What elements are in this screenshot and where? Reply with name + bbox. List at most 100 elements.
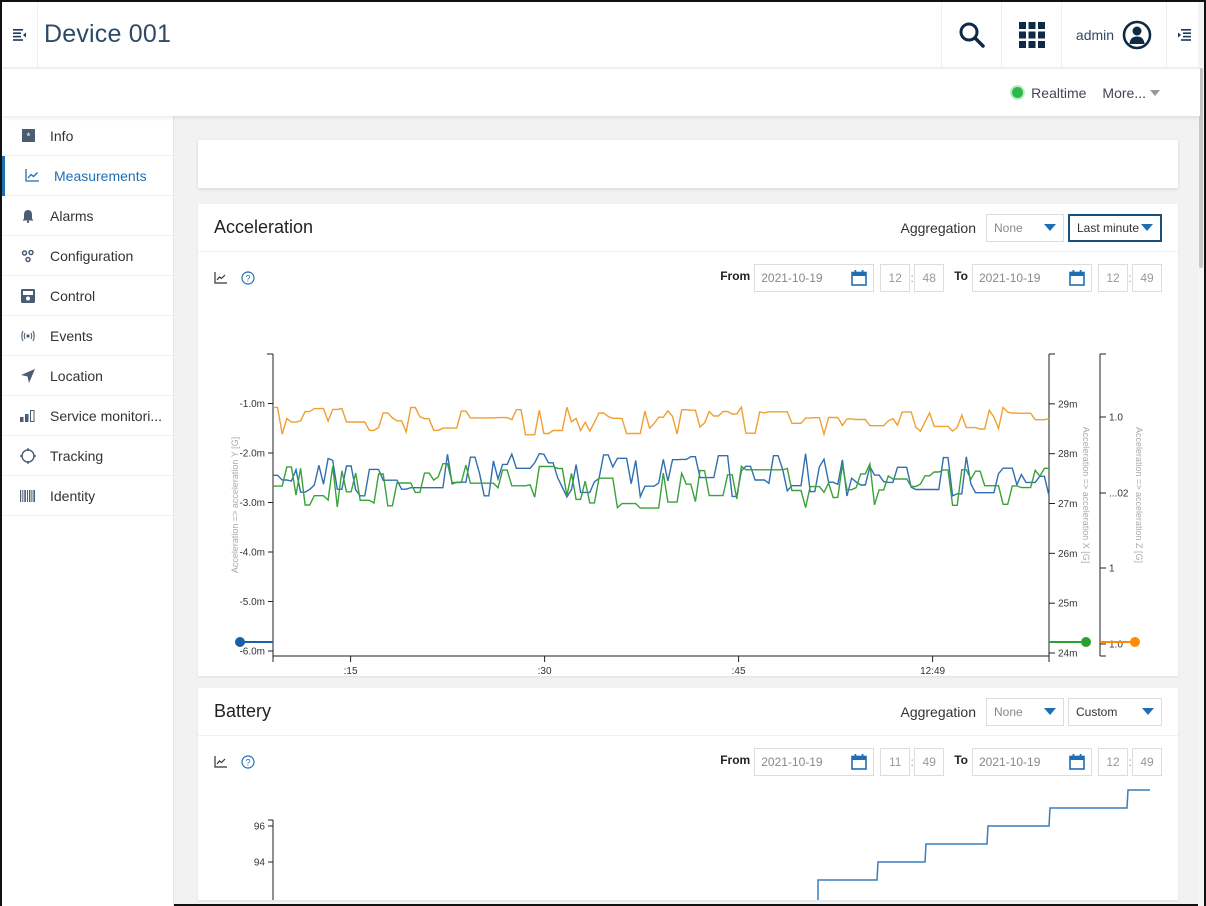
y-tick-label-left: -3.0m [239,498,265,509]
from-date-input[interactable]: 2021-10-19 [754,264,875,292]
sidebar-item-location[interactable]: Location [2,356,173,396]
time-range-select[interactable]: Custom [1068,697,1162,726]
calendar-icon[interactable] [1069,270,1085,286]
battery-card: Battery Aggregation None Custom ? From 2… [198,688,1178,906]
app-switcher-button[interactable] [1001,1,1061,68]
from-minute-input[interactable]: 49 [914,748,945,776]
y-tick-label-right-x: 27m [1058,499,1077,510]
caret-down-icon [1142,708,1154,715]
from-hour-input[interactable]: 12 [880,264,911,292]
y-axis-right-x-label: Acceleration => acceleration X [G] [1081,427,1091,564]
y-tick-label-left: -6.0m [239,647,265,658]
realtime-label: Realtime [1031,84,1087,101]
to-date-input[interactable]: 2021-10-19 [972,264,1092,292]
sidebar-item-control[interactable]: Control [2,276,173,316]
right-drawer-icon [1177,28,1191,41]
search-button[interactable] [941,1,1001,68]
sidebar-item-label: Identity [50,487,96,504]
svg-text:?: ? [245,274,250,284]
gears-icon [21,249,34,262]
chart-line-icon [25,169,39,182]
main-content: Acceleration Aggregation None Last minut… [198,140,1178,906]
aggregation-select[interactable]: None [986,697,1064,726]
sidebar-item-label: Measurements [54,167,147,184]
chart-type-icon[interactable] [214,756,227,768]
sidebar-item-alarms[interactable]: Alarms [2,196,173,236]
caret-down-icon [1150,89,1160,96]
calendar-icon[interactable] [1069,754,1085,770]
marker-dot-z [1130,637,1140,647]
sidebar-item-events[interactable]: Events [2,316,173,356]
from-label: From [720,269,751,283]
sidebar: * Info Measurements Alarms Configuration… [2,116,174,906]
acceleration-chart: -1.0m -2.0m -3.0m -4.0m -5.0m -6.0m Accelerati… [230,353,1144,677]
x-tick-label: :45 [732,666,746,676]
sidebar-item-label: Alarms [50,207,94,224]
sidebar-item-label: Location [50,367,103,384]
broadcast-icon [21,330,35,341]
sidebar-item-configuration[interactable]: Configuration [2,236,173,276]
marker-dot-y [235,637,245,647]
more-dropdown[interactable]: More... [1102,85,1160,101]
y-axis-right-z-label: Acceleration => acceleration Z [G] [1134,427,1144,563]
to-hour-input[interactable]: 12 [1098,748,1128,776]
from-label: From [720,753,751,767]
bell-icon [22,209,34,223]
y-tick-label-right-x: 26m [1058,549,1077,560]
to-hour-input[interactable]: 12 [1098,264,1128,292]
sidebar-item-service-monitoring[interactable]: Service monitori... [2,396,173,436]
aggregation-label: Aggregation [900,219,976,236]
svg-text:*: * [26,132,30,143]
page-scrollbar[interactable] [1198,2,1204,906]
to-minute-input[interactable]: 49 [1132,264,1162,292]
calendar-icon[interactable] [851,270,868,286]
from-date-input[interactable]: 2021-10-19 [754,748,875,776]
svg-text:?: ? [245,758,250,768]
y-tick-label-left: -4.0m [239,548,265,559]
card-title: Acceleration [214,217,314,237]
action-bar: Realtime More... [2,69,1200,116]
menu-toggle-button[interactable] [2,1,38,68]
user-menu-button[interactable]: admin [1061,1,1166,68]
to-label: To [954,269,968,283]
location-arrow-icon [21,368,35,383]
aggregation-select[interactable]: None [986,213,1064,242]
realtime-toggle[interactable]: Realtime [1012,85,1086,101]
from-hour-input[interactable]: 11 [880,748,911,776]
time-range-value: Last minute [1077,220,1140,235]
to-date-input[interactable]: 2021-10-19 [972,748,1092,776]
from-date-value: 2021-10-19 [761,271,823,285]
signal-bars-icon [20,409,35,422]
chart-type-icon[interactable] [214,272,227,284]
x-tick-label: 12:49 [920,666,945,676]
calendar-icon[interactable] [851,754,868,770]
from-minute-input[interactable]: 48 [914,264,945,292]
sidebar-item-measurements[interactable]: Measurements [2,156,173,196]
menu-collapse-icon [12,28,26,41]
help-icon[interactable]: ? [241,755,255,769]
y-tick-label: 96 [254,822,266,833]
y-tick-label-right-x: 24m [1058,649,1077,660]
sidebar-item-identity[interactable]: Identity [2,476,173,516]
sidebar-item-label: Info [50,127,74,144]
empty-panel [198,140,1178,188]
marker-dot-x [1081,637,1091,647]
user-circle-icon [1122,20,1152,49]
sidebar-item-label: Control [50,287,96,304]
sidebar-item-tracking[interactable]: Tracking [2,436,173,476]
sidebar-item-label: Configuration [50,247,134,264]
control-icon [21,288,35,303]
to-label: To [954,753,968,767]
sidebar-item-info[interactable]: * Info [2,116,173,156]
acceleration-card: Acceleration Aggregation None Last minut… [198,204,1178,677]
y-tick-label-right-x: 25m [1058,599,1077,610]
y-tick-label-right-z: ...02 [1109,489,1129,500]
series-line-acceleration-z [273,405,1050,438]
time-range-select[interactable]: Last minute [1068,213,1162,242]
y-tick-label-right-x: 29m [1058,399,1077,410]
to-minute-input[interactable]: 49 [1132,748,1162,776]
help-icon[interactable]: ? [241,271,255,285]
y-tick-label-right-z: 1 [1109,564,1115,575]
y-tick-label-right-z: 1.0 [1109,413,1123,424]
right-drawer-toggle[interactable] [1166,1,1200,68]
